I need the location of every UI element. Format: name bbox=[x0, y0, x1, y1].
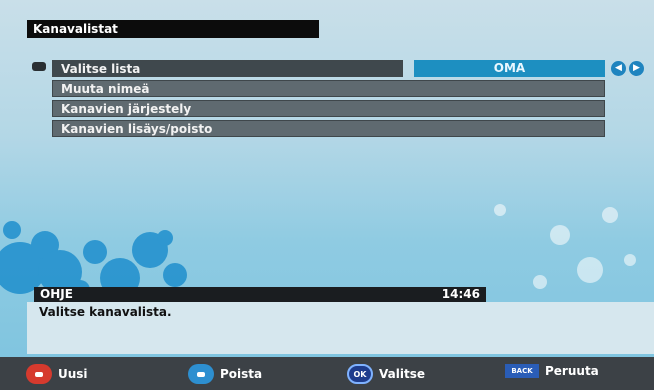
bubble-decoration bbox=[0, 204, 636, 300]
delete-label: Poista bbox=[220, 367, 263, 381]
menu-item-add-remove-channels[interactable]: Kanavien lisäys/poisto bbox=[52, 120, 605, 137]
tv-screen: Kanavalistat Valitse lista OMA Muuta nim… bbox=[0, 0, 654, 390]
menu-item-select-list[interactable]: Valitse lista OMA bbox=[52, 60, 605, 77]
menu-item-rename[interactable]: Muuta nimeä bbox=[52, 80, 605, 97]
blue-button-icon bbox=[188, 364, 214, 384]
button-legend-bar: Uusi Poista OK Valitse BACK Peruuta bbox=[0, 357, 654, 390]
menu-item-sort-channels[interactable]: Kanavien järjestely bbox=[52, 100, 605, 117]
cancel-button[interactable]: BACK Peruuta bbox=[505, 364, 599, 378]
right-arrow-icon[interactable]: ▶ bbox=[629, 61, 644, 76]
clock-time: 14:46 bbox=[441, 287, 480, 301]
list-value-selector[interactable]: OMA bbox=[414, 60, 605, 77]
menu-item-label: Kanavien lisäys/poisto bbox=[52, 120, 605, 137]
red-button-icon bbox=[26, 364, 52, 384]
help-header: OHJE 14:46 bbox=[34, 287, 486, 302]
cancel-label: Peruuta bbox=[545, 364, 599, 378]
help-panel: Valitse kanavalista. bbox=[27, 302, 654, 354]
page-title: Kanavalistat bbox=[27, 20, 319, 38]
selection-bullet-icon bbox=[32, 62, 46, 71]
help-title: OHJE bbox=[40, 287, 73, 301]
left-arrow-icon[interactable]: ◀ bbox=[611, 61, 626, 76]
menu-item-label: Valitse lista bbox=[52, 60, 403, 77]
select-button[interactable]: OK Valitse bbox=[347, 364, 425, 384]
menu-item-label: Muuta nimeä bbox=[52, 80, 605, 97]
menu-item-label: Kanavien järjestely bbox=[52, 100, 605, 117]
ok-button-icon: OK bbox=[347, 364, 373, 384]
back-button-icon: BACK bbox=[505, 364, 539, 378]
new-button[interactable]: Uusi bbox=[26, 364, 88, 384]
channel-list-menu: Valitse lista OMA Muuta nimeä Kanavien j… bbox=[52, 60, 605, 140]
help-text: Valitse kanavalista. bbox=[39, 305, 172, 319]
delete-button[interactable]: Poista bbox=[188, 364, 262, 384]
new-label: Uusi bbox=[58, 367, 88, 381]
select-label: Valitse bbox=[379, 367, 425, 381]
value-arrows: ◀ ▶ bbox=[611, 61, 644, 76]
